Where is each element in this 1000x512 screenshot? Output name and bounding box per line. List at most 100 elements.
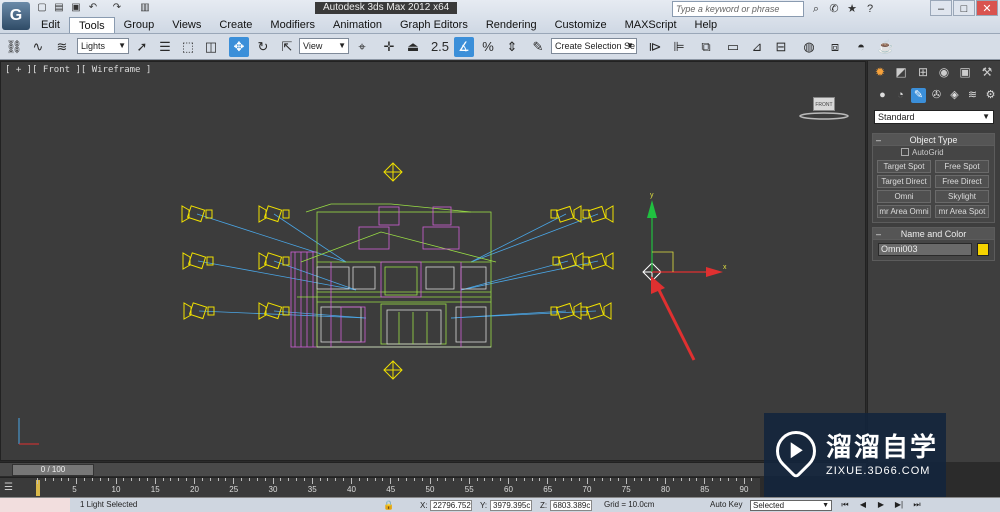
front-viewport[interactable]: y x [ + ][ Front ][ Wireframe ] FRONT <box>0 61 866 461</box>
curve-editor-icon[interactable]: ⊿ <box>747 37 767 57</box>
render-setup-icon[interactable]: ⧈ <box>825 37 845 57</box>
menu-tools[interactable]: Tools <box>68 17 115 33</box>
move-gizmo[interactable]: y x <box>647 192 727 277</box>
target-spot-light[interactable] <box>181 205 213 223</box>
object-color-swatch[interactable] <box>977 243 989 256</box>
create-tab-icon[interactable]: ✹ <box>871 63 889 81</box>
menu-animation[interactable]: Animation <box>324 17 391 33</box>
go-to-end-icon[interactable]: ⏭ <box>910 499 924 511</box>
bind-space-warp-icon[interactable]: ≋ <box>52 37 72 57</box>
name-and-color-header[interactable]: – Name and Color <box>873 228 994 240</box>
minimize-button[interactable]: – <box>930 0 952 16</box>
lights-icon[interactable]: ✎ <box>911 88 926 103</box>
x-coord-field[interactable]: 22796.752 <box>430 500 472 511</box>
next-frame-icon[interactable]: ▶| <box>892 499 906 511</box>
viewport-label[interactable]: [ + ][ Front ][ Wireframe ] <box>5 65 151 75</box>
select-and-link-icon[interactable]: ⛓ <box>4 37 24 57</box>
omni-button[interactable]: Omni <box>877 190 931 203</box>
hierarchy-tab-icon[interactable]: ⊞ <box>914 63 932 81</box>
undo-icon[interactable]: ↶ <box>86 2 100 14</box>
omni-light[interactable] <box>383 360 403 380</box>
new-file-icon[interactable]: ▢ <box>35 2 49 14</box>
target-spot-light[interactable] <box>258 252 290 270</box>
viewcube-face-label[interactable]: FRONT <box>813 97 835 111</box>
schematic-view-icon[interactable]: ⊟ <box>771 37 791 57</box>
spinner-snap-icon[interactable]: ⇕ <box>502 37 522 57</box>
material-editor-icon[interactable]: ◍ <box>799 37 819 57</box>
angle-snap-toggle-icon[interactable]: ∡ <box>454 37 474 57</box>
menu-maxscript[interactable]: MAXScript <box>616 17 686 33</box>
viewcube[interactable]: FRONT <box>799 92 849 120</box>
omni-light[interactable] <box>383 162 403 182</box>
utilities-tab-icon[interactable]: ⚒ <box>978 63 996 81</box>
window-crossing-icon[interactable]: ◫ <box>201 37 221 57</box>
select-by-name-icon[interactable]: ☰ <box>155 37 175 57</box>
save-file-icon[interactable]: ▣ <box>69 2 83 14</box>
object-name-field[interactable]: Omni003 <box>878 243 972 256</box>
reference-coordinate-dropdown[interactable]: View ▼ <box>299 38 349 54</box>
skylight-button[interactable]: Skylight <box>935 190 989 203</box>
object-type-header[interactable]: – Object Type <box>873 134 994 146</box>
helpers-icon[interactable]: ◈ <box>947 88 962 103</box>
select-and-scale-icon[interactable]: ⇱ <box>277 37 297 57</box>
auto-key-button[interactable]: Auto Key <box>710 500 742 509</box>
graphite-ribbon-icon[interactable]: ▭ <box>723 37 743 57</box>
project-folder-icon[interactable]: ▥ <box>138 2 152 14</box>
mr-area-omni-button[interactable]: mr Area Omni <box>877 205 931 218</box>
space-warps-icon[interactable]: ≋ <box>965 88 980 103</box>
menu-graph-editors[interactable]: Graph Editors <box>391 17 477 33</box>
help-icon[interactable]: ? <box>862 1 878 17</box>
menu-customize[interactable]: Customize <box>546 17 616 33</box>
snaps-toggle-button[interactable]: 2.5 <box>430 37 450 57</box>
y-coord-field[interactable]: 3979.395c <box>490 500 532 511</box>
free-spot-button[interactable]: Free Spot <box>935 160 989 173</box>
key-mode-dropdown[interactable]: Selected ▼ <box>750 500 832 511</box>
redo-icon[interactable]: ↷ <box>110 2 124 14</box>
percent-snap-toggle[interactable]: % <box>478 37 498 57</box>
close-button[interactable]: ✕ <box>976 0 998 16</box>
cameras-icon[interactable]: ✇ <box>929 88 944 103</box>
manipulate-icon[interactable]: ✛ <box>379 37 399 57</box>
z-coord-field[interactable]: 6803.389c <box>550 500 592 511</box>
menu-rendering[interactable]: Rendering <box>477 17 546 33</box>
previous-frame-icon[interactable]: ◀ <box>856 499 870 511</box>
menu-edit[interactable]: Edit <box>32 17 69 33</box>
mr-area-spot-button[interactable]: mr Area Spot <box>935 205 989 218</box>
go-to-start-icon[interactable]: ⏮ <box>838 499 852 511</box>
menu-views[interactable]: Views <box>163 17 210 33</box>
target-spot-light[interactable] <box>258 302 290 320</box>
target-direct-button[interactable]: Target Direct <box>877 175 931 188</box>
layer-manager-icon[interactable]: ⧉ <box>696 37 716 57</box>
menu-create[interactable]: Create <box>210 17 261 33</box>
rendered-frame-window-icon[interactable]: ◓ <box>851 37 871 57</box>
systems-icon[interactable]: ⚙ <box>983 88 998 103</box>
menu-help[interactable]: Help <box>686 17 727 33</box>
target-spot-light[interactable] <box>183 302 215 320</box>
select-and-move-icon[interactable]: ✥ <box>229 37 249 57</box>
play-icon[interactable]: ▶ <box>874 499 888 511</box>
keyboard-shortcut-override-icon[interactable]: ⏏ <box>403 37 423 57</box>
align-icon[interactable]: ⊫ <box>669 37 689 57</box>
geometry-icon[interactable]: ● <box>875 88 890 103</box>
search-input[interactable]: Type a keyword or phrase <box>672 1 804 17</box>
pivot-center-icon[interactable]: ⌖ <box>352 37 372 57</box>
rectangular-selection-icon[interactable]: ⬚ <box>178 37 198 57</box>
display-tab-icon[interactable]: ▣ <box>956 63 974 81</box>
render-production-icon[interactable]: ☕ <box>876 37 896 57</box>
target-spot-light[interactable] <box>258 205 290 223</box>
target-spot-light[interactable] <box>182 252 214 270</box>
maxscript-listener-mini[interactable] <box>0 498 70 512</box>
mirror-icon[interactable]: ⧐ <box>645 37 665 57</box>
selection-lock-icon[interactable]: 🔒 <box>383 500 394 511</box>
selection-filter-dropdown[interactable]: Lights ▼ <box>77 38 129 54</box>
track-bar[interactable]: ☰ 5 10 15 20 25 30 35 40 45 50 55 60 65 70 75 80 85 90 <box>0 477 760 497</box>
motion-tab-icon[interactable]: ◉ <box>935 63 953 81</box>
select-object-icon[interactable]: ➚ <box>132 37 152 57</box>
target-spot-button[interactable]: Target Spot <box>877 160 931 173</box>
mini-curve-editor-icon[interactable]: ☰ <box>4 482 20 494</box>
menu-group[interactable]: Group <box>115 17 164 33</box>
maximize-button[interactable]: □ <box>953 0 975 16</box>
favorites-icon[interactable]: ★ <box>844 1 860 17</box>
app-logo-button[interactable]: G <box>2 2 30 30</box>
open-file-icon[interactable]: ▤ <box>52 2 66 14</box>
